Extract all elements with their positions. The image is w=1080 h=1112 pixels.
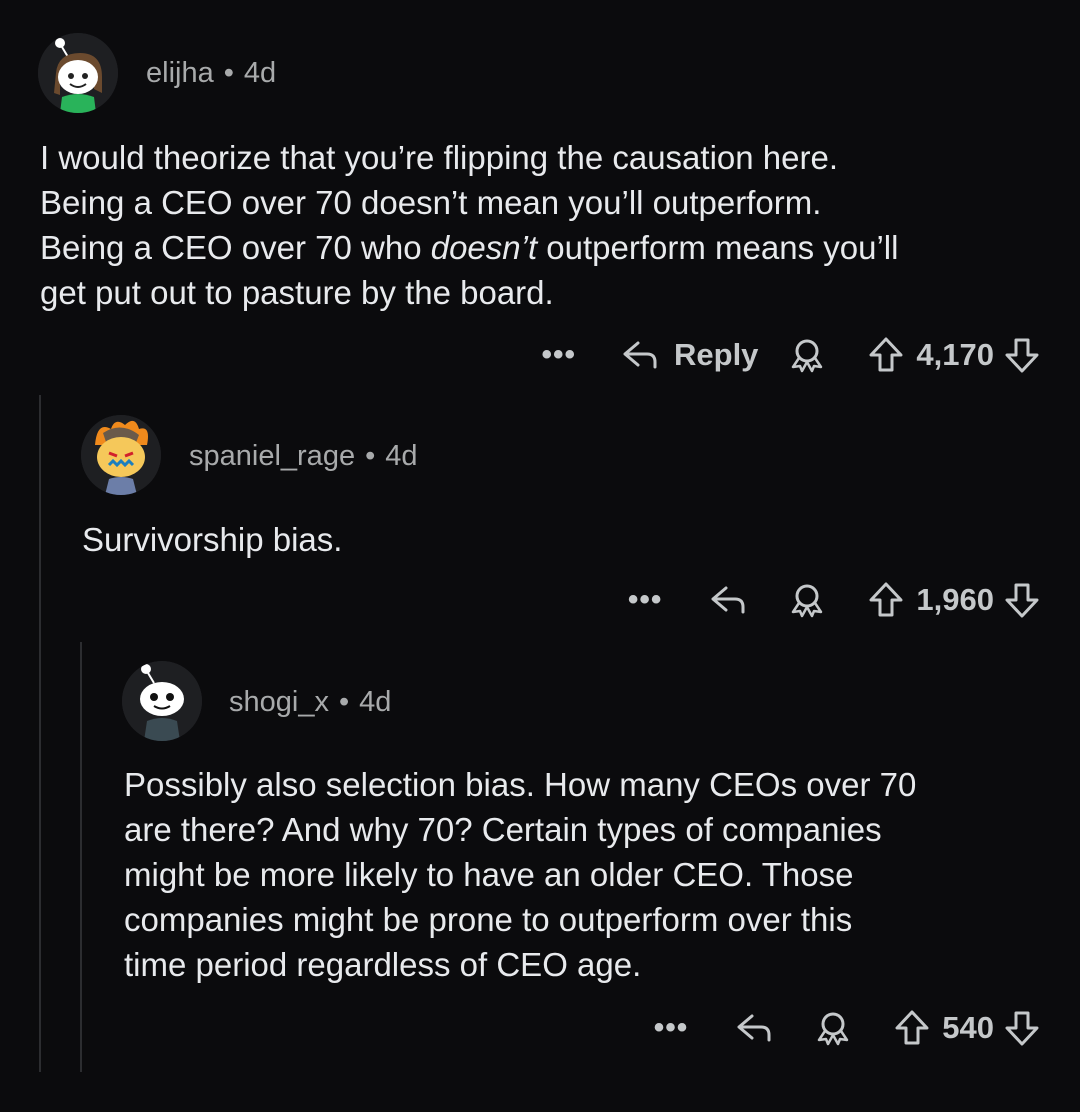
award-icon: [818, 1012, 849, 1046]
upvote-arrow-icon[interactable]: [894, 1009, 930, 1047]
comment-text-line: companies might be prone to outperform o…: [124, 897, 916, 942]
comment-text: might be more likely to have an older CE…: [124, 856, 854, 893]
comment-text-line: Possibly also selection bias. How many C…: [124, 762, 916, 807]
reply-button[interactable]: [734, 1010, 774, 1046]
comment-text-line: are there? And why 70? Certain types of …: [124, 807, 916, 852]
comment-meta: shogi_x • 4d: [229, 686, 391, 719]
comment-body: Possibly also selection bias. How many C…: [124, 762, 916, 987]
meta-separator: •: [338, 686, 350, 718]
vote-controls: 540: [894, 1009, 1040, 1047]
award-button[interactable]: [814, 1009, 852, 1047]
comment-text: time period regardless of CEO age.: [124, 946, 642, 983]
downvote-arrow-icon[interactable]: [1004, 1009, 1040, 1047]
comment-age: 4d: [359, 686, 392, 718]
comment-actions: ••• 540: [654, 1003, 1040, 1053]
username[interactable]: shogi_x: [229, 686, 329, 718]
user-avatar[interactable]: [122, 661, 202, 741]
reply-arrow-icon: [737, 1014, 771, 1042]
comment-text-line: might be more likely to have an older CE…: [124, 852, 916, 897]
more-options-icon[interactable]: •••: [654, 1013, 689, 1043]
vote-count: 540: [942, 1010, 994, 1045]
comment-text: are there? And why 70? Certain types of …: [124, 811, 882, 848]
comment-text: companies might be prone to outperform o…: [124, 901, 853, 938]
comment-text: Possibly also selection bias. How many C…: [124, 766, 917, 803]
comment-text-line: time period regardless of CEO age.: [124, 942, 916, 987]
comment-shogi_x: shogi_x • 4d Possibly also selection bias.…: [0, 0, 1080, 1080]
